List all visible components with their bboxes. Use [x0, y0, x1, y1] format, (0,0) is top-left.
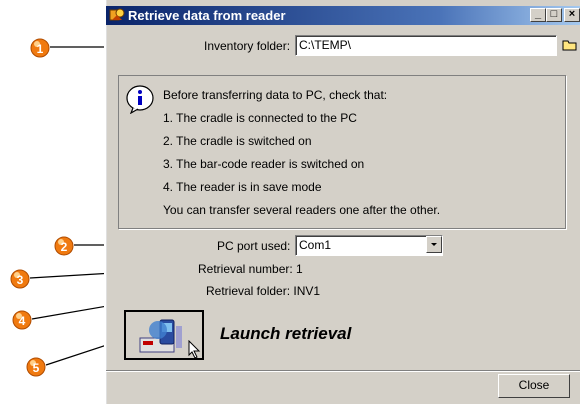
launch-retrieval-label[interactable]: Launch retrieval [220, 324, 351, 344]
pc-port-value: Com1 [299, 238, 332, 252]
minimize-button[interactable]: _ [530, 8, 546, 22]
callout-number: 5 [32, 361, 40, 375]
info-line-1: Before transferring data to PC, check th… [163, 88, 388, 102]
callout-number: 3 [16, 273, 24, 287]
callout-marker-3: 3 [10, 267, 30, 289]
callout-marker-4: 4 [12, 308, 32, 330]
info-icon [125, 84, 155, 115]
info-line-6: You can transfer several readers one aft… [163, 203, 441, 217]
close-button[interactable]: Close [498, 374, 570, 398]
callout-marker-2: 2 [54, 234, 74, 256]
prerequisites-group: Before transferring data to PC, check th… [118, 75, 566, 229]
retrieve-dialog: Retrieve data from reader _ □ × Inventor… [104, 0, 580, 404]
chevron-down-icon [431, 243, 437, 246]
callout-number: 1 [36, 42, 44, 56]
info-line-5: 4. The reader is in save mode [163, 180, 322, 194]
callout-marker-1: 1 [30, 36, 50, 58]
maximize-button[interactable]: □ [546, 8, 562, 22]
close-window-button[interactable]: × [564, 8, 580, 22]
callout-number: 4 [18, 314, 26, 328]
retrieval-folder: Retrieval folder: INV1 [206, 284, 321, 298]
launch-retrieval-button[interactable] [124, 310, 204, 360]
title-bar[interactable]: Retrieve data from reader _ □ × [106, 6, 580, 25]
pc-port-label: PC port used: [217, 239, 291, 253]
window-title: Retrieve data from reader [128, 8, 286, 23]
browse-folder-icon[interactable] [562, 38, 578, 52]
mouse-cursor-icon [188, 340, 201, 359]
info-line-4: 3. The bar-code reader is switched on [163, 157, 365, 171]
inventory-folder-label: Inventory folder: [204, 39, 291, 53]
info-line-2: 1. The cradle is connected to the PC [163, 111, 357, 125]
callout-marker-5: 5 [26, 355, 46, 377]
pda-transfer-icon [134, 316, 194, 356]
pc-port-select[interactable]: Com1 [295, 235, 443, 256]
separator [106, 370, 580, 372]
close-button-label: Close [518, 378, 550, 392]
dropdown-button[interactable] [426, 236, 442, 253]
callout-number: 2 [60, 240, 68, 254]
app-icon [109, 7, 125, 23]
info-line-3: 2. The cradle is switched on [163, 134, 312, 148]
retrieval-number: Retrieval number: 1 [198, 262, 303, 276]
inventory-folder-input[interactable]: C:\TEMP\ [295, 35, 557, 56]
inventory-folder-value: C:\TEMP\ [299, 38, 352, 52]
